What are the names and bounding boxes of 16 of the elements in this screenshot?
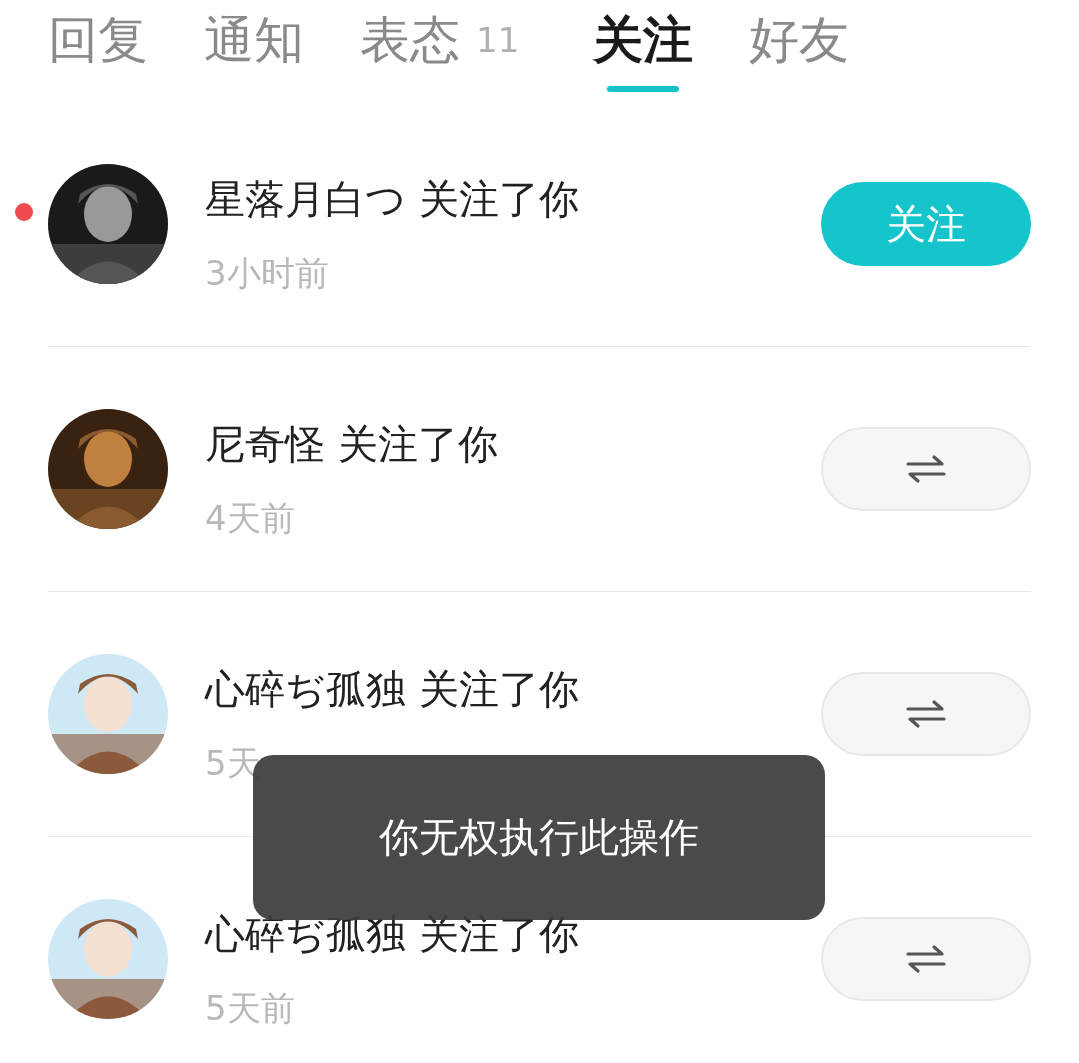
reaction-count: 11 [476, 19, 520, 62]
notification-text: 尼奇怪 关注了你 [205, 420, 499, 468]
notification-text: 星落月白つ 关注了你 [205, 175, 580, 223]
tab[interactable]: 表态 [360, 10, 460, 70]
timestamp: 4天前 [205, 498, 296, 538]
tab[interactable]: 好友 [749, 10, 850, 70]
tab[interactable]: 回复 [48, 10, 148, 70]
timestamp: 3小时前 [205, 253, 330, 293]
tab[interactable]: 通知 [204, 10, 304, 70]
swap-arrows-icon [906, 944, 946, 974]
swap-arrows-icon [906, 699, 946, 729]
swap-arrows-icon [906, 454, 946, 484]
tab[interactable]: 关注 [593, 10, 694, 70]
notification-text: 心碎ぢ孤独 关注了你 [205, 665, 580, 713]
follow-button[interactable]: 关注 [821, 182, 1031, 266]
timestamp: 5天前 [205, 988, 296, 1028]
